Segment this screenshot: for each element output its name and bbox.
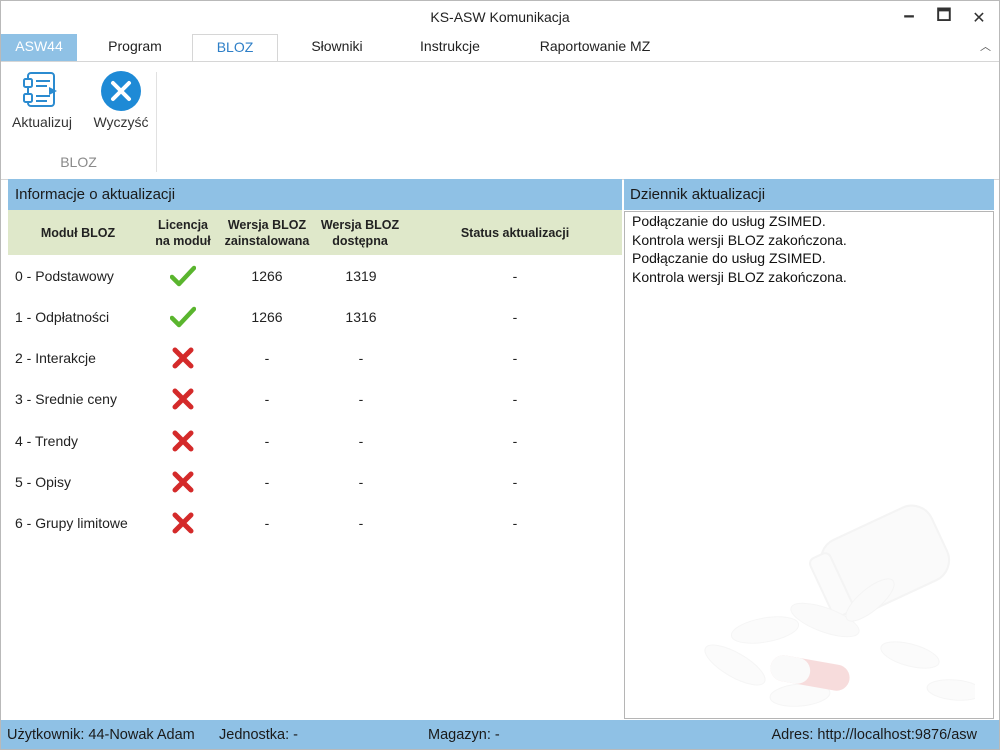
update-status: - bbox=[512, 432, 518, 449]
update-status: - bbox=[512, 308, 518, 325]
license-check-icon bbox=[148, 296, 218, 337]
installed-version: 1266 bbox=[251, 267, 283, 284]
module-name: 0 - Podstawowy bbox=[15, 267, 114, 284]
column-header-installed[interactable]: Wersja BLOZ zainstalowana bbox=[220, 210, 314, 255]
clear-x-icon bbox=[100, 70, 142, 112]
update-status: - bbox=[512, 267, 518, 284]
status-bar: Użytkownik: 44-Nowak Adam Jednostka: - M… bbox=[1, 720, 999, 749]
table-row[interactable]: 4 - Trendy - - - bbox=[8, 420, 622, 461]
ribbon-group-separator bbox=[156, 72, 157, 172]
module-name: 2 - Interakcje bbox=[15, 350, 96, 367]
window-title: KS-ASW Komunikacja bbox=[430, 9, 570, 25]
column-header-status[interactable]: Status aktualizacji bbox=[408, 210, 622, 255]
module-name: 1 - Odpłatności bbox=[15, 308, 110, 325]
module-name: 6 - Grupy limitowe bbox=[15, 515, 128, 532]
license-cross-icon bbox=[148, 461, 218, 502]
table-row[interactable]: 1 - Odpłatności 1266 1316 - bbox=[8, 296, 622, 337]
tab-instrukcje[interactable]: Instrukcje bbox=[396, 34, 504, 61]
installed-version: - bbox=[264, 432, 270, 449]
tab-bloz[interactable]: BLOZ bbox=[192, 34, 278, 62]
update-log-panel: Dziennik aktualizacji Podłączanie do usł… bbox=[624, 179, 994, 719]
ribbon-tabs: ASW44 Program BLOZ Słowniki Instrukcje R… bbox=[1, 34, 999, 62]
update-status: - bbox=[512, 350, 518, 367]
column-header-installed-line2: zainstalowana bbox=[224, 233, 310, 248]
available-version: - bbox=[358, 350, 364, 367]
available-version: - bbox=[358, 515, 364, 532]
update-info-header: Informacje o aktualizacji bbox=[8, 179, 622, 210]
ribbon-group-label: BLOZ bbox=[60, 154, 97, 170]
log-line: Kontrola wersji BLOZ zakończona. bbox=[632, 231, 847, 248]
clear-button[interactable]: Wyczyść bbox=[86, 70, 156, 140]
pill-bottle-watermark-icon bbox=[704, 504, 975, 707]
modules-grid-header: Moduł BLOZ Licencja na moduł Wersja BLOZ… bbox=[8, 210, 622, 255]
tab-asw44[interactable]: ASW44 bbox=[1, 34, 77, 61]
update-status: - bbox=[512, 391, 518, 408]
status-address: Adres: http://localhost:9876/asw bbox=[771, 727, 977, 743]
update-button[interactable]: Aktualizuj bbox=[7, 70, 77, 140]
update-log-header: Dziennik aktualizacji bbox=[624, 179, 994, 210]
status-unit: Jednostka: - bbox=[219, 727, 298, 743]
column-header-installed-line1: Wersja BLOZ bbox=[227, 217, 307, 232]
license-cross-icon bbox=[148, 338, 218, 379]
update-button-label: Aktualizuj bbox=[12, 114, 72, 130]
update-list-icon bbox=[21, 70, 63, 112]
available-version: - bbox=[358, 473, 364, 490]
app-window: KS-ASW Komunikacja 🗕 🗖 ✕ ASW44 Program B… bbox=[0, 0, 1000, 750]
column-header-available-line1: Wersja BLOZ bbox=[320, 217, 400, 232]
clear-button-label: Wyczyść bbox=[93, 114, 149, 130]
update-status: - bbox=[512, 473, 518, 490]
status-user: Użytkownik: 44-Nowak Adam bbox=[7, 727, 195, 743]
column-header-license-line2: na moduł bbox=[155, 233, 211, 248]
tab-slowniki[interactable]: Słowniki bbox=[288, 34, 386, 61]
tab-program[interactable]: Program bbox=[87, 34, 183, 61]
table-row[interactable]: 3 - Srednie ceny - - - bbox=[8, 379, 622, 420]
table-row[interactable]: 6 - Grupy limitowe - - - bbox=[8, 503, 622, 544]
available-version: 1316 bbox=[345, 308, 377, 325]
close-button[interactable]: ✕ bbox=[962, 1, 996, 34]
title-bar: KS-ASW Komunikacja 🗕 🗖 ✕ bbox=[1, 1, 999, 34]
status-warehouse: Magazyn: - bbox=[428, 727, 500, 743]
installed-version: 1266 bbox=[251, 308, 283, 325]
table-row[interactable]: 5 - Opisy - - - bbox=[8, 461, 622, 502]
installed-version: - bbox=[264, 350, 270, 367]
module-name: 4 - Trendy bbox=[15, 432, 79, 449]
update-log-textbox[interactable]: Podłączanie do usług ZSIMED. Kontrola we… bbox=[624, 211, 994, 719]
tab-raportowanie-mz[interactable]: Raportowanie MZ bbox=[514, 34, 676, 61]
update-info-panel: Informacje o aktualizacji Moduł BLOZ Lic… bbox=[8, 179, 622, 719]
module-name: 3 - Srednie ceny bbox=[15, 391, 117, 408]
installed-version: - bbox=[264, 473, 270, 490]
module-name: 5 - Opisy bbox=[15, 473, 72, 490]
minimize-button[interactable]: 🗕 bbox=[892, 1, 926, 34]
column-header-available[interactable]: Wersja BLOZ dostępna bbox=[314, 210, 406, 255]
column-header-license-line1: Licencja bbox=[157, 217, 209, 232]
log-line: Kontrola wersji BLOZ zakończona. bbox=[632, 268, 847, 285]
maximize-button[interactable]: 🗖 bbox=[927, 1, 961, 34]
collapse-ribbon-icon[interactable]: ︿ bbox=[980, 38, 991, 54]
license-cross-icon bbox=[148, 420, 218, 461]
available-version: - bbox=[358, 391, 364, 408]
license-cross-icon bbox=[148, 379, 218, 420]
column-header-module[interactable]: Moduł BLOZ bbox=[8, 210, 148, 255]
ribbon-body: Aktualizuj Wyczyść BLOZ bbox=[1, 61, 999, 180]
table-row[interactable]: 0 - Podstawowy 1266 1319 - bbox=[8, 255, 622, 296]
license-cross-icon bbox=[148, 503, 218, 544]
column-header-available-line2: dostępna bbox=[332, 233, 388, 248]
table-row[interactable]: 2 - Interakcje - - - bbox=[8, 338, 622, 379]
installed-version: - bbox=[264, 391, 270, 408]
column-header-license[interactable]: Licencja na moduł bbox=[148, 210, 218, 255]
available-version: - bbox=[358, 432, 364, 449]
installed-version: - bbox=[264, 515, 270, 532]
update-status: - bbox=[512, 515, 518, 532]
available-version: 1319 bbox=[345, 267, 377, 284]
log-line: Podłączanie do usług ZSIMED. bbox=[632, 250, 826, 266]
license-check-icon bbox=[148, 255, 218, 296]
modules-grid-body: 0 - Podstawowy 1266 1319 - 1 - Odpłatnoś… bbox=[8, 255, 622, 544]
log-line: Podłączanie do usług ZSIMED. bbox=[632, 213, 826, 229]
